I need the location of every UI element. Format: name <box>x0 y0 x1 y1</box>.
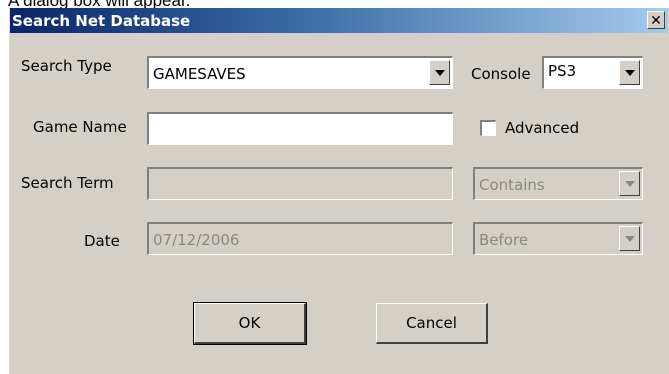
date-mode-select[interactable]: Before <box>473 222 643 255</box>
ok-button[interactable]: OK <box>193 302 307 345</box>
caption-text: A dialog box will appear. <box>8 0 191 10</box>
dialog-title: Search Net Database <box>12 12 191 30</box>
date-mode-value: Before <box>479 231 529 249</box>
advanced-checkbox[interactable] <box>480 120 496 136</box>
game-name-input[interactable] <box>147 112 453 145</box>
date-mode-dropdown-arrow-icon[interactable] <box>619 226 640 251</box>
search-type-dropdown-arrow-icon[interactable] <box>429 60 450 85</box>
match-mode-dropdown-arrow-icon[interactable] <box>619 171 640 196</box>
search-type-select[interactable]: GAMESAVES <box>147 56 453 89</box>
console-dropdown-arrow-icon[interactable] <box>619 60 640 85</box>
date-input[interactable]: 07/12/2006 <box>147 222 453 255</box>
advanced-label[interactable]: Advanced <box>505 119 579 137</box>
search-net-database-dialog: Search Net Database ✕ Search Type GAMESA… <box>9 8 669 374</box>
date-label: Date <box>84 232 120 250</box>
game-name-label: Game Name <box>33 118 127 136</box>
search-type-value: GAMESAVES <box>153 65 246 83</box>
close-icon: ✕ <box>650 12 662 28</box>
console-label: Console <box>471 65 531 83</box>
close-button[interactable]: ✕ <box>647 11 665 29</box>
search-term-input[interactable] <box>147 167 453 200</box>
console-select[interactable]: PS3 <box>542 56 643 89</box>
match-mode-value: Contains <box>479 176 545 194</box>
dialog-titlebar[interactable]: Search Net Database ✕ <box>10 8 668 33</box>
search-type-label: Search Type <box>21 57 112 75</box>
console-value: PS3 <box>548 62 577 80</box>
date-value: 07/12/2006 <box>153 231 240 249</box>
search-term-label: Search Term <box>21 174 114 192</box>
match-mode-select[interactable]: Contains <box>473 167 643 200</box>
cancel-button[interactable]: Cancel <box>376 303 488 344</box>
